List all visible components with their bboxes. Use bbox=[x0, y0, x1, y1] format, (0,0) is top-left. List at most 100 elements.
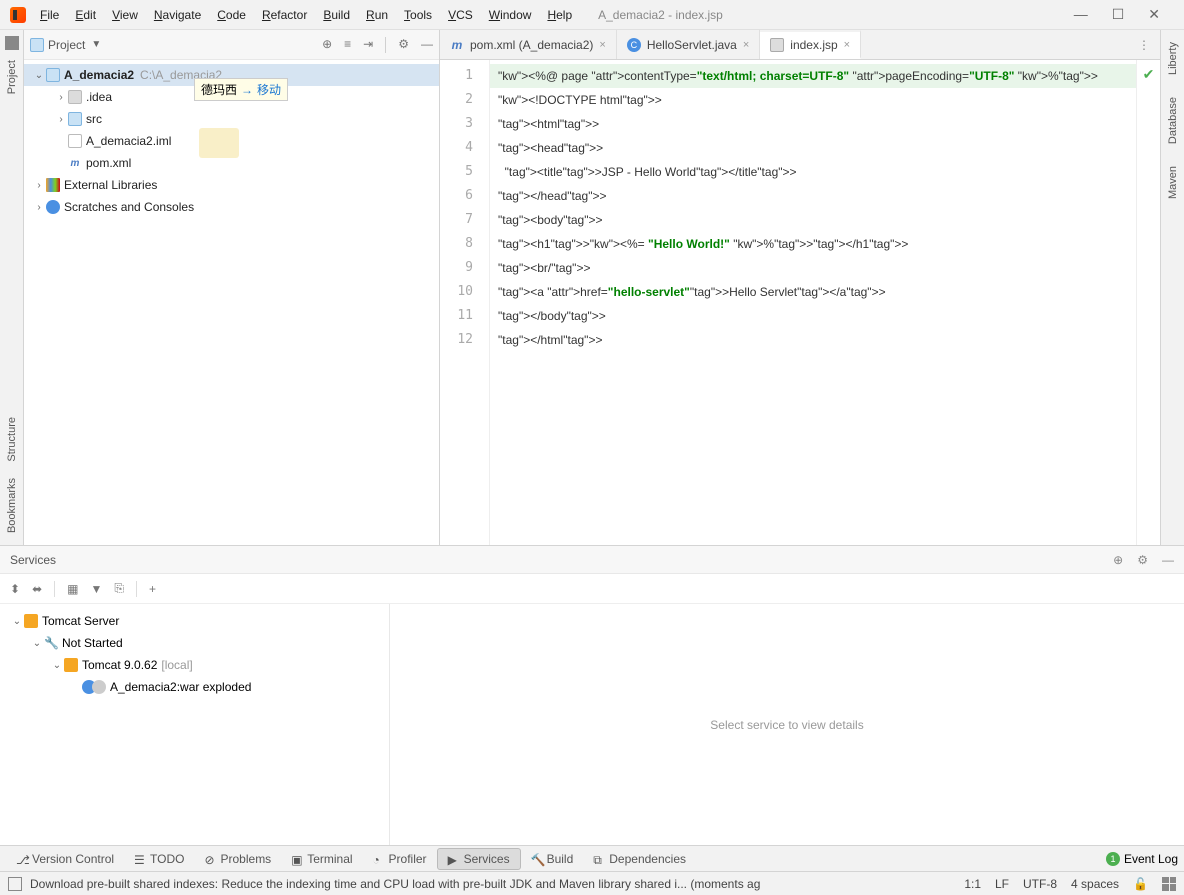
expand-icon[interactable]: ≡ bbox=[344, 37, 351, 53]
tomcat-server-node[interactable]: ⌄ Tomcat Server bbox=[0, 610, 389, 632]
chevron-down-icon[interactable]: ⌄ bbox=[10, 616, 24, 627]
maximize-button[interactable]: ☐ bbox=[1112, 6, 1125, 23]
hide-icon[interactable]: — bbox=[421, 37, 433, 53]
code-line[interactable]: "tag"></head"tag">> bbox=[490, 184, 1136, 208]
not-started-node[interactable]: ⌄ 🔧 Not Started bbox=[0, 632, 389, 654]
bottom-tab-profiler[interactable]: ◔Profiler bbox=[363, 848, 437, 870]
database-tool-label[interactable]: Database bbox=[1167, 91, 1179, 150]
expand-all-icon[interactable]: ⬍ bbox=[10, 582, 20, 596]
services-settings-icon[interactable]: ⚙ bbox=[1137, 553, 1148, 567]
project-view-dropdown-icon[interactable]: ▼ bbox=[91, 39, 101, 50]
menu-refactor[interactable]: Refactor bbox=[254, 4, 315, 26]
tree-root[interactable]: ⌄ A_demacia2 C:\A_demacia2 德玛西 → 移动 bbox=[24, 64, 439, 86]
event-log-button[interactable]: 1 Event Log bbox=[1106, 852, 1178, 866]
layout-icon[interactable]: ⎘ bbox=[114, 581, 124, 596]
services-header: Services ⊕ ⚙ — bbox=[0, 546, 1184, 574]
bottom-tab-build[interactable]: 🔨Build bbox=[521, 848, 584, 870]
group-icon[interactable]: ▦ bbox=[67, 582, 78, 596]
close-button[interactable]: ✕ bbox=[1148, 6, 1160, 23]
tomcat-instance-node[interactable]: ⌄ Tomcat 9.0.62 [local] bbox=[0, 654, 389, 676]
menu-edit[interactable]: Edit bbox=[67, 4, 104, 26]
bottom-tab-terminal[interactable]: ▣Terminal bbox=[281, 848, 362, 870]
chevron-down-icon[interactable]: ⌄ bbox=[30, 638, 44, 649]
menu-run[interactable]: Run bbox=[358, 4, 396, 26]
tree-scratches[interactable]: › Scratches and Consoles bbox=[24, 196, 439, 218]
collapse-icon[interactable]: ⇥ bbox=[363, 37, 373, 53]
code-line[interactable]: "tag"><br/"tag">> bbox=[490, 256, 1136, 280]
collapse-all-icon[interactable]: ⬌ bbox=[32, 582, 42, 596]
project-tool-icon[interactable] bbox=[5, 36, 19, 50]
project-panel-title[interactable]: Project bbox=[48, 38, 85, 52]
ide-features-icon[interactable] bbox=[1162, 877, 1176, 891]
code-line[interactable]: "kw"><%@ page "attr">contentType="text/h… bbox=[490, 64, 1136, 88]
locate-icon[interactable]: ⊕ bbox=[322, 37, 332, 53]
bottom-tab-dependencies[interactable]: ⧉Dependencies bbox=[583, 848, 696, 870]
code-line[interactable]: "tag"><title"tag">>JSP - Hello World"tag… bbox=[490, 160, 1136, 184]
services-tree[interactable]: ⌄ Tomcat Server ⌄ 🔧 Not Started ⌄ Tomcat… bbox=[0, 604, 390, 845]
bottom-tab-problems[interactable]: ⊘Problems bbox=[195, 848, 282, 870]
code-line[interactable]: "tag"><body"tag">> bbox=[490, 208, 1136, 232]
maven-icon: m bbox=[450, 38, 464, 52]
code-line[interactable]: "tag"></html"tag">> bbox=[490, 328, 1136, 352]
editor-tab[interactable]: mpom.xml (A_demacia2)× bbox=[440, 30, 617, 59]
menu-vcs[interactable]: VCS bbox=[440, 4, 481, 26]
menu-view[interactable]: View bbox=[104, 4, 146, 26]
code-line[interactable]: "tag"><head"tag">> bbox=[490, 136, 1136, 160]
editor-tab[interactable]: CHelloServlet.java× bbox=[617, 30, 760, 59]
filter-icon[interactable]: ▼ bbox=[90, 582, 102, 596]
line-separator[interactable]: LF bbox=[995, 877, 1009, 891]
code-line[interactable]: "tag"><a "attr">href="hello-servlet""tag… bbox=[490, 280, 1136, 304]
main-area: Project Structure Bookmarks Project ▼ ⊕ … bbox=[0, 30, 1184, 545]
code-area[interactable]: "kw"><%@ page "attr">contentType="text/h… bbox=[490, 60, 1136, 545]
project-icon bbox=[30, 38, 44, 52]
menu-build[interactable]: Build bbox=[315, 4, 358, 26]
status-toggle-icon[interactable] bbox=[8, 877, 22, 891]
java-class-icon: C bbox=[627, 38, 641, 52]
indent-setting[interactable]: 4 spaces bbox=[1071, 877, 1119, 891]
structure-tool-label[interactable]: Structure bbox=[6, 411, 18, 468]
tree-external-libs[interactable]: › External Libraries bbox=[24, 174, 439, 196]
menu-navigate[interactable]: Navigate bbox=[146, 4, 209, 26]
project-tool-label[interactable]: Project bbox=[6, 54, 18, 100]
maven-tool-label[interactable]: Maven bbox=[1167, 160, 1179, 205]
caret-position[interactable]: 1:1 bbox=[964, 877, 981, 891]
chevron-right-icon[interactable]: › bbox=[54, 92, 68, 103]
bookmarks-tool-label[interactable]: Bookmarks bbox=[6, 472, 18, 539]
close-tab-icon[interactable]: × bbox=[844, 39, 850, 51]
bottom-tab-todo[interactable]: ☰TODO bbox=[124, 848, 194, 870]
services-target-icon[interactable]: ⊕ bbox=[1113, 553, 1123, 567]
code-line[interactable]: "tag"><html"tag">> bbox=[490, 112, 1136, 136]
settings-icon[interactable]: ⚙ bbox=[398, 37, 409, 53]
add-icon[interactable]: + bbox=[149, 582, 156, 596]
readonly-icon[interactable]: 🔓 bbox=[1133, 877, 1148, 891]
bottom-tab-version-control[interactable]: ⎇Version Control bbox=[6, 848, 124, 870]
liberty-tool-label[interactable]: Liberty bbox=[1167, 36, 1179, 81]
menu-window[interactable]: Window bbox=[481, 4, 540, 26]
bottom-tab-services[interactable]: ▶Services bbox=[437, 848, 521, 870]
project-tree[interactable]: ⌄ A_demacia2 C:\A_demacia2 德玛西 → 移动 › .i… bbox=[24, 60, 439, 222]
code-line[interactable]: "tag"><h1"tag">>"kw"><%= "Hello World!" … bbox=[490, 232, 1136, 256]
tree-item[interactable]: › src bbox=[24, 108, 439, 130]
editor-tab[interactable]: index.jsp× bbox=[760, 30, 861, 59]
chevron-right-icon[interactable]: › bbox=[54, 114, 68, 125]
services-hide-icon[interactable]: — bbox=[1162, 553, 1174, 567]
menu-help[interactable]: Help bbox=[539, 4, 580, 26]
chevron-down-icon[interactable]: ⌄ bbox=[50, 660, 64, 671]
minimize-button[interactable]: — bbox=[1074, 6, 1088, 23]
inspection-ok-icon[interactable]: ✔ bbox=[1143, 66, 1155, 82]
menu-tools[interactable]: Tools bbox=[396, 4, 440, 26]
menu-code[interactable]: Code bbox=[209, 4, 254, 26]
menu-file[interactable]: File bbox=[32, 4, 67, 26]
code-line[interactable]: "kw"><!DOCTYPE html"tag">> bbox=[490, 88, 1136, 112]
chevron-right-icon[interactable]: › bbox=[32, 180, 46, 191]
code-line[interactable]: "tag"></body"tag">> bbox=[490, 304, 1136, 328]
file-encoding[interactable]: UTF-8 bbox=[1023, 877, 1057, 891]
chevron-down-icon[interactable]: ⌄ bbox=[32, 70, 46, 81]
close-tab-icon[interactable]: × bbox=[743, 39, 749, 51]
maven-file-icon: m bbox=[68, 156, 82, 170]
tab-menu-icon[interactable]: ⋮ bbox=[1128, 38, 1160, 52]
artifact-node[interactable]: A_demacia2:war exploded bbox=[0, 676, 389, 698]
chevron-right-icon[interactable]: › bbox=[32, 202, 46, 213]
line-number: 6 bbox=[440, 184, 489, 208]
close-tab-icon[interactable]: × bbox=[599, 39, 605, 51]
